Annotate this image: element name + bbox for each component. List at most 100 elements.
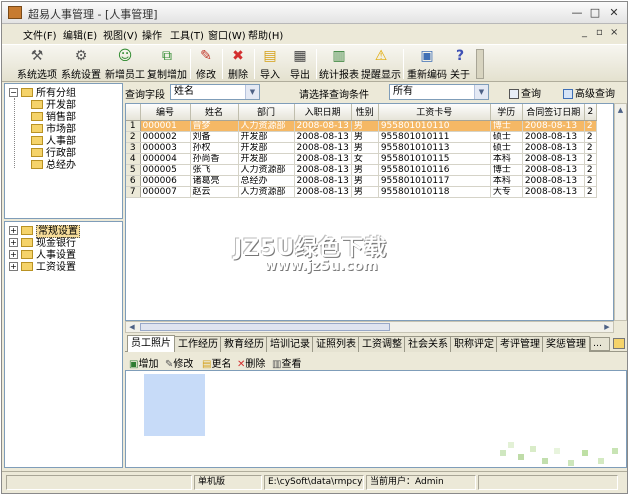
table-cell[interactable]: 2 — [584, 120, 597, 132]
column-header[interactable]: 入职日期 — [294, 104, 352, 121]
table-cell[interactable]: 开发部 — [238, 131, 295, 143]
table-cell[interactable]: 2 — [584, 164, 597, 176]
table-cell[interactable]: 000002 — [140, 131, 191, 143]
table-cell[interactable]: 2008-08-13 — [522, 131, 585, 143]
chevron-down-icon[interactable]: ▼ — [474, 85, 488, 99]
table-row[interactable]: 7 000007 赵云 人力资源部 2008-08-13 男 955801010118 大专 2… — [126, 186, 597, 198]
menu-operation[interactable]: 操作 — [142, 27, 162, 42]
add-employee-button[interactable]: ☺ 新增员工 — [104, 48, 146, 81]
table-row[interactable]: 3 000003 孙权 开发部 2008-08-13 男 955801010113 硕士 200… — [126, 142, 597, 154]
table-cell[interactable]: 男 — [351, 131, 379, 143]
column-header[interactable]: 合同签订日期 — [522, 104, 585, 121]
table-cell[interactable]: 男 — [351, 175, 379, 187]
query-field-select[interactable]: 姓名 ▼ — [170, 84, 260, 100]
edit-button[interactable]: ✎ 修改 — [194, 48, 218, 81]
table-cell[interactable]: 2008-08-13 — [294, 120, 352, 132]
column-header[interactable]: 工资卡号 — [378, 104, 491, 121]
table-row[interactable]: 4 000004 孙尚香 开发部 2008-08-13 女 955801010115 本科 20… — [126, 153, 597, 165]
delete-button[interactable]: ✖ 删除 — [226, 48, 250, 81]
table-cell[interactable]: 955801010113 — [378, 142, 491, 154]
tab-evaluation[interactable]: 考评管理 — [496, 336, 544, 352]
tab-title-assessment[interactable]: 职称评定 — [450, 336, 498, 352]
table-cell[interactable]: 2008-08-13 — [522, 142, 585, 154]
table-row[interactable]: 2 000002 刘备 开发部 2008-08-13 男 955801010111 硕士 200… — [126, 131, 597, 143]
table-cell[interactable]: 000007 — [140, 186, 191, 198]
chevron-down-icon[interactable]: ▼ — [245, 85, 259, 99]
table-cell[interactable]: 955801010117 — [378, 175, 491, 187]
expand-icon[interactable]: + — [9, 249, 18, 259]
table-cell[interactable]: 2008-08-13 — [294, 186, 352, 198]
tab-social-relations[interactable]: 社会关系 — [404, 336, 452, 352]
table-cell[interactable]: 诸葛亮 — [190, 175, 239, 187]
about-button[interactable]: ? 关于 — [448, 48, 472, 81]
tree-node-department[interactable]: 总经办 — [31, 159, 76, 172]
system-options-button[interactable]: ⚒ 系统选项 — [16, 48, 58, 81]
table-cell[interactable]: 开发部 — [238, 142, 295, 154]
table-cell[interactable]: 硕士 — [490, 131, 523, 143]
photo-edit-button[interactable]: ✎修改 — [165, 355, 193, 370]
import-button[interactable]: ▤ 导入 — [258, 48, 282, 81]
table-cell[interactable]: 男 — [351, 120, 379, 132]
table-cell[interactable]: 2 — [584, 153, 597, 165]
table-cell[interactable]: 博士 — [490, 164, 523, 176]
menu-view[interactable]: 视图(V) — [103, 27, 138, 42]
scroll-up-icon[interactable]: ▲ — [615, 104, 626, 116]
table-cell[interactable]: 男 — [351, 164, 379, 176]
toolbar-overflow-chevron[interactable] — [476, 49, 484, 79]
table-cell[interactable]: 硕士 — [490, 142, 523, 154]
table-cell[interactable]: 000006 — [140, 175, 191, 187]
photo-view-button[interactable]: ▥查看 — [272, 355, 301, 370]
table-cell[interactable]: 2 — [584, 186, 597, 198]
menu-help[interactable]: 帮助(H) — [248, 27, 283, 42]
table-cell[interactable]: 女 — [351, 153, 379, 165]
tab-training[interactable]: 培训记录 — [266, 336, 314, 352]
tab-work-history[interactable]: 工作经历 — [174, 336, 222, 352]
column-header[interactable]: 2 — [584, 104, 597, 121]
scroll-left-icon[interactable]: ◀ — [126, 322, 138, 332]
table-cell[interactable]: 000004 — [140, 153, 191, 165]
table-cell[interactable]: 人力资源部 — [238, 120, 295, 132]
table-cell[interactable]: 2 — [584, 175, 597, 187]
grid-vertical-scrollbar[interactable]: ▲ — [614, 103, 627, 321]
table-cell[interactable]: 955801010115 — [378, 153, 491, 165]
table-cell[interactable]: 男 — [351, 186, 379, 198]
column-header[interactable]: 姓名 — [190, 104, 239, 121]
table-cell[interactable]: 2008-08-13 — [294, 153, 352, 165]
employee-photo[interactable] — [144, 374, 205, 436]
table-row[interactable]: 5 000005 张飞 人力资源部 2008-08-13 男 955801010116 博士 2… — [126, 164, 597, 176]
table-cell[interactable]: 开发部 — [238, 153, 295, 165]
child-close-button[interactable]: × — [610, 27, 618, 38]
collapse-icon[interactable]: − — [9, 87, 18, 97]
menu-window[interactable]: 窗口(W) — [208, 27, 246, 42]
maximize-button[interactable]: □ — [587, 5, 603, 20]
expand-icon[interactable]: + — [9, 261, 18, 271]
recode-button[interactable]: ▣ 重新编码 — [406, 48, 448, 81]
table-cell[interactable]: 总经办 — [238, 175, 295, 187]
table-cell[interactable]: 2008-08-13 — [522, 186, 585, 198]
tab-rewards-penalties[interactable]: 奖惩管理 — [542, 336, 590, 352]
table-cell[interactable]: 000003 — [140, 142, 191, 154]
reminder-display-button[interactable]: ⚠ 提醒显示 — [360, 48, 402, 81]
table-cell[interactable]: 000005 — [140, 164, 191, 176]
table-cell[interactable]: 955801010116 — [378, 164, 491, 176]
tab-scroll-icon[interactable] — [613, 338, 625, 349]
column-header[interactable]: 编号 — [140, 104, 191, 121]
tab-salary-adjust[interactable]: 工资调整 — [358, 336, 406, 352]
statistics-report-button[interactable]: ▥ 统计报表 — [318, 48, 360, 81]
column-header[interactable]: 性别 — [351, 104, 379, 121]
tab-overflow[interactable]: … — [590, 337, 610, 351]
grid-horizontal-scrollbar[interactable]: ◀ ▶ — [125, 321, 614, 333]
table-cell[interactable]: 2008-08-13 — [522, 120, 585, 132]
tab-employee-photo[interactable]: 员工照片 — [127, 335, 175, 352]
table-cell[interactable]: 2008-08-13 — [522, 175, 585, 187]
scroll-right-icon[interactable]: ▶ — [601, 322, 613, 332]
column-header[interactable]: 学历 — [490, 104, 523, 121]
table-cell[interactable]: 2 — [584, 142, 597, 154]
query-condition-select[interactable]: 所有 ▼ — [389, 84, 489, 100]
photo-add-button[interactable]: ▣增加 — [129, 355, 158, 370]
table-cell[interactable]: 张飞 — [190, 164, 239, 176]
table-cell[interactable]: 2008-08-13 — [522, 164, 585, 176]
advanced-search-button[interactable]: 高级查询 — [563, 85, 615, 100]
photo-rename-button[interactable]: ▤更名 — [202, 355, 231, 370]
system-settings-button[interactable]: ⚙ 系统设置 — [60, 48, 102, 81]
